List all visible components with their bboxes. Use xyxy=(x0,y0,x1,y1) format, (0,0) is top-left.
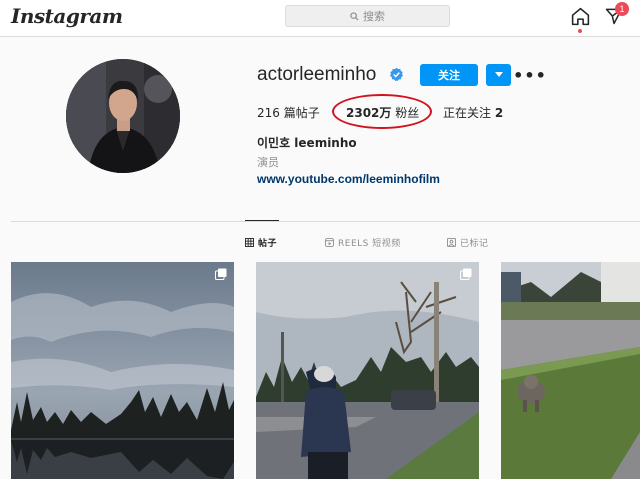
following-count: 2 xyxy=(494,106,504,120)
verified-badge-icon xyxy=(390,67,403,81)
street-photo xyxy=(256,262,479,479)
tag-icon xyxy=(447,238,456,247)
more-options-button[interactable]: ••• xyxy=(513,64,546,86)
home-icon[interactable] xyxy=(570,6,591,27)
instagram-logo[interactable]: Instagram xyxy=(11,4,123,28)
suggested-accounts-button[interactable] xyxy=(486,64,511,86)
annotation-circle xyxy=(332,94,432,129)
follow-button[interactable]: 关注 xyxy=(420,64,478,86)
tab-reels[interactable]: REELS 短视频 xyxy=(325,236,401,249)
notification-badge: 1 xyxy=(615,2,629,16)
profile-username: actorleeminho xyxy=(257,64,377,85)
posts-label: 篇帖子 xyxy=(283,106,320,120)
top-navigation-bar: Instagram 搜索 1 xyxy=(0,0,640,37)
active-tab-indicator xyxy=(245,220,279,221)
tab-reels-label: REELS 短视频 xyxy=(338,239,401,249)
posts-stat: 216 篇帖子 xyxy=(257,104,320,121)
active-indicator-dot xyxy=(578,29,582,33)
lake-photo xyxy=(11,262,234,479)
following-label: 正在关注 xyxy=(443,106,492,120)
multiple-photos-icon xyxy=(215,268,227,280)
profile-website-link[interactable]: www.youtube.com/leeminhofilm xyxy=(257,172,440,186)
post-thumbnail[interactable] xyxy=(501,262,640,479)
chevron-down-icon xyxy=(494,72,503,77)
search-input[interactable]: 搜索 xyxy=(285,5,450,27)
profile-full-name: 이민호 leeminho xyxy=(257,136,357,150)
multiple-photos-icon xyxy=(460,268,472,280)
tabs-divider xyxy=(11,221,640,222)
post-thumbnail[interactable] xyxy=(11,262,234,479)
tab-posts-label: 帖子 xyxy=(258,239,278,249)
following-stat[interactable]: 正在关注 2 xyxy=(443,104,503,121)
reels-icon xyxy=(325,238,334,247)
posts-count: 216 xyxy=(257,106,280,120)
search-placeholder: 搜索 xyxy=(363,10,385,23)
profile-avatar[interactable] xyxy=(66,59,180,173)
grid-icon xyxy=(245,238,254,247)
tab-posts[interactable]: 帖子 xyxy=(245,236,277,249)
tab-tagged-label: 已标记 xyxy=(460,239,489,249)
profile-bio: 演员 xyxy=(257,156,279,169)
search-icon xyxy=(350,11,359,21)
tab-tagged[interactable]: 已标记 xyxy=(447,236,489,249)
dog-photo xyxy=(501,262,640,479)
post-thumbnail[interactable] xyxy=(256,262,479,479)
